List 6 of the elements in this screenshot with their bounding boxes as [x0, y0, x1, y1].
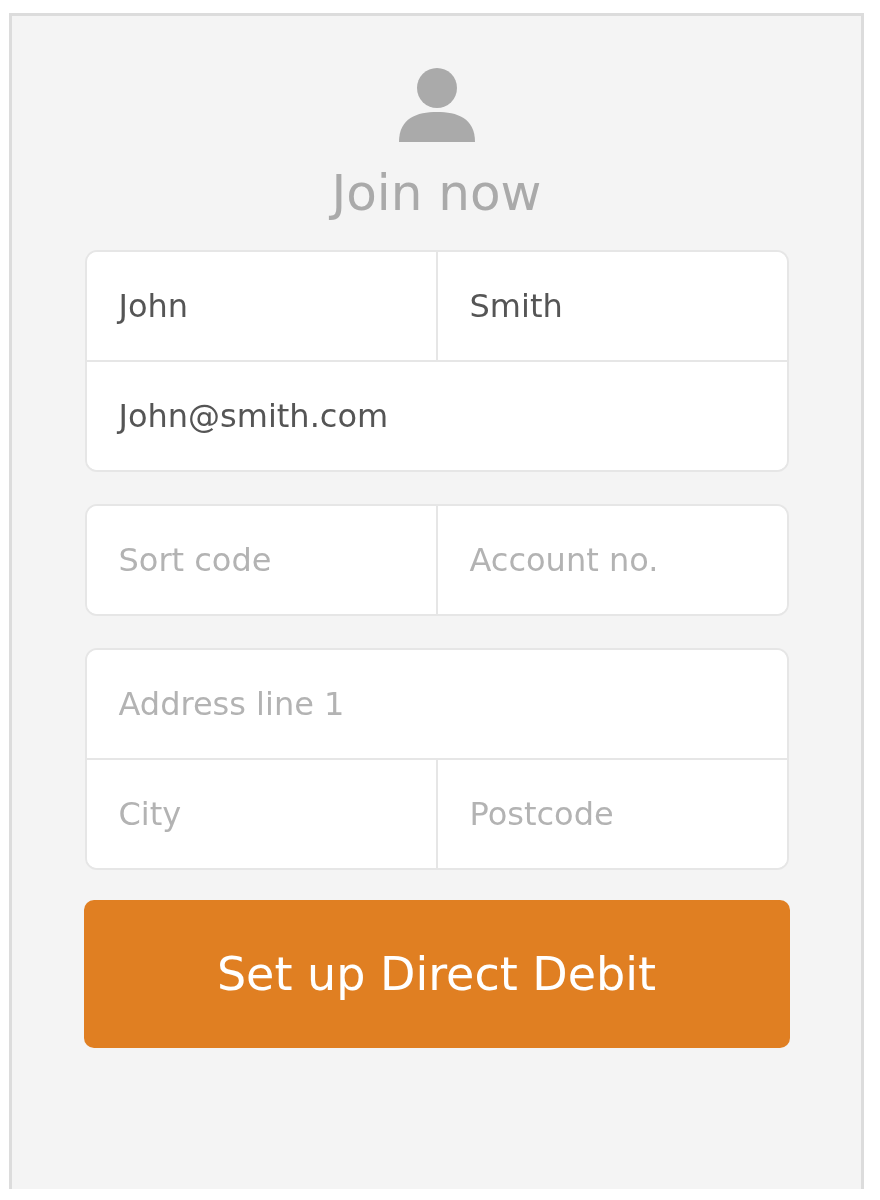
form-title: Join now [331, 163, 542, 224]
user-icon [396, 66, 477, 142]
submit-button[interactable]: Set up Direct Debit [83, 900, 790, 1048]
input-field[interactable]: Sort code [86, 506, 438, 614]
input-field[interactable]: City [86, 760, 438, 868]
input-field[interactable]: John [86, 252, 438, 360]
